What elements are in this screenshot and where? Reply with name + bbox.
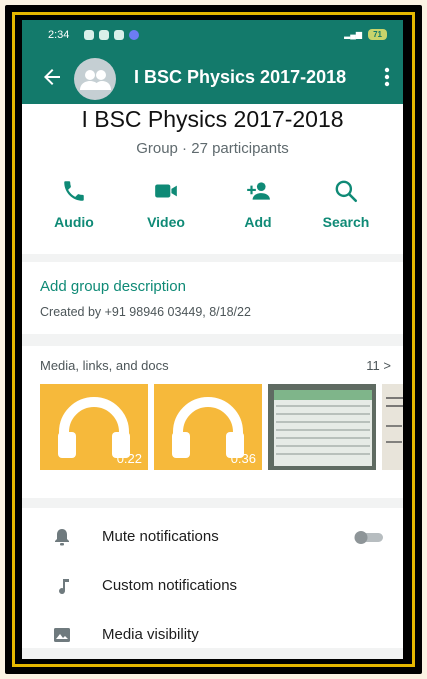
app-bar: I BSC Physics 2017-2018 [22,52,403,104]
battery-icon: 71 [368,29,387,40]
whatsapp-notification-icon [84,30,94,40]
add-person-icon [247,182,270,200]
more-options-icon[interactable] [383,66,391,88]
group-info-header: I BSC Physics 2017-2018 Group · 27 parti… [22,104,403,254]
add-participant-button[interactable]: Add [218,178,298,230]
audio-call-button[interactable]: Audio [34,178,114,230]
audio-duration: 0:22 [116,451,142,466]
signal-icon: ▂▄▆ [344,30,363,39]
mute-toggle[interactable] [353,530,385,544]
description-section: Add group description Created by +91 989… [22,262,403,334]
back-arrow-icon[interactable] [40,65,64,89]
status-time: 2:34 [48,29,70,41]
mute-notifications-label: Mute notifications [102,528,219,545]
video-label: Video [147,214,185,230]
video-call-button[interactable]: Video [126,178,206,230]
app-notification-icon [129,30,139,40]
bell-icon [55,529,69,546]
media-visibility-label: Media visibility [102,626,199,643]
app-bar-title: I BSC Physics 2017-2018 [134,67,347,87]
media-thumbnails: 0:22 0:36 [40,384,403,470]
music-note-icon [59,579,69,595]
video-camera-icon [155,184,177,198]
add-label: Add [244,214,272,230]
media-title[interactable]: Media, links, and docs [40,358,169,373]
audio-label: Audio [54,214,94,230]
image-thumbnail[interactable] [382,384,403,470]
mute-notifications-row[interactable]: Mute notifications [22,514,403,560]
notification-icons [84,30,139,40]
add-description-link[interactable]: Add group description [40,278,186,295]
group-subtitle: Group · 27 participants [136,140,289,157]
audio-thumbnail[interactable]: 0:22 [40,384,148,470]
custom-notifications-row[interactable]: Custom notifications [22,563,403,609]
group-name: I BSC Physics 2017-2018 [81,106,344,132]
audio-duration: 0:36 [230,451,256,466]
status-bar: 2:34 ▂▄▆ 71 [22,20,403,52]
phone-screen: 2:34 ▂▄▆ 71 I BSC Physics 2017-2018 I BS… [22,20,403,659]
search-label: Search [322,214,370,230]
message-notification-icon [114,30,124,40]
group-avatar[interactable] [74,58,116,100]
custom-notifications-label: Custom notifications [102,577,238,594]
created-by-text: Created by +91 98946 03449, 8/18/22 [40,305,251,319]
document-photo-image [268,384,376,470]
search-button[interactable]: Search [306,178,386,230]
image-icon [54,628,70,642]
audio-thumbnail[interactable]: 0:36 [154,384,262,470]
youtube-notification-icon [99,30,109,40]
settings-section: Mute notifications Custom notifications … [22,508,403,658]
phone-icon [64,181,84,201]
group-people-icon [80,70,111,90]
media-count[interactable]: 11 > [366,358,391,373]
status-right: ▂▄▆ 71 [344,29,387,40]
media-section: Media, links, and docs 11 > 0:22 0:36 [22,346,403,498]
search-icon [335,180,358,203]
image-thumbnail[interactable] [268,384,376,470]
action-row: Audio Video Add Search [22,178,403,238]
bottom-divider [22,648,403,659]
text-photo-image [382,384,403,470]
